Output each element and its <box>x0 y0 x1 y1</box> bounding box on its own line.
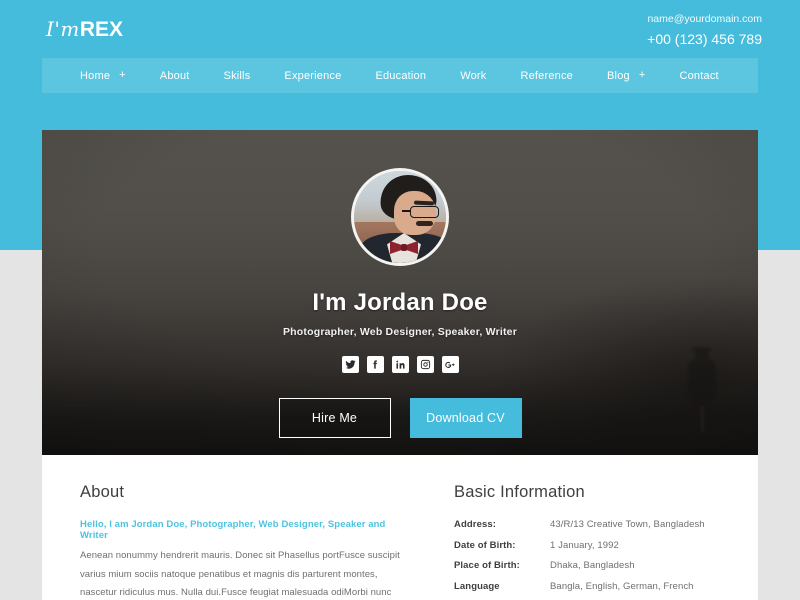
nav-item-label: Experience <box>284 69 342 82</box>
chevron-plus-icon[interactable]: + <box>119 70 126 81</box>
about-lead-text: Hello, I am Jordan Doe, Photographer, We… <box>80 519 386 541</box>
logo-main: REX <box>79 18 124 41</box>
twitter-icon[interactable] <box>341 356 359 373</box>
download-cv-button[interactable]: Download CV <box>409 398 522 438</box>
site-logo[interactable]: I'mREX <box>46 17 123 42</box>
hero-tagline: Photographer, Web Designer, Speaker, Wri… <box>282 326 518 338</box>
info-value: Bangla, English, German, French <box>550 580 694 592</box>
info-label: Language <box>454 580 500 592</box>
logo-prefix: I'm <box>46 17 80 41</box>
about-body-text: Aenean nonummy hendrerit mauris. Donec s… <box>80 550 400 599</box>
site-header: I'mREX name@yourdomain.com +00 (123) 456… <box>0 0 800 58</box>
about-column: About Hello, I am Jordan Doe, Photograph… <box>80 483 440 600</box>
basic-information-column: Basic Information Address: 43/R/13 Creati… <box>440 483 720 600</box>
nav-item-skills[interactable]: Skills <box>224 70 251 82</box>
nav-item-about[interactable]: About <box>160 70 190 82</box>
info-row: Date of Birth: 1 January, 1992 <box>454 540 720 551</box>
googleplus-icon[interactable] <box>441 356 459 373</box>
resume-page: I'mREX name@yourdomain.com +00 (123) 456… <box>0 0 800 600</box>
hero-name: I'm Jordan Doe <box>312 289 488 316</box>
nav-item-label: About <box>159 69 190 82</box>
avatar <box>351 168 449 266</box>
main-navigation: Home + About Skills Experience Education Work R… <box>42 58 758 93</box>
info-label: Date of Birth: <box>454 539 516 551</box>
facebook-icon[interactable] <box>366 356 384 373</box>
hero-action-buttons: Hire Me Download CV <box>278 398 522 438</box>
info-value: 1 January, 1992 <box>550 539 619 551</box>
nav-item-label: Education <box>375 69 427 82</box>
content-card: About Hello, I am Jordan Doe, Photograph… <box>42 455 758 600</box>
nav-item-contact[interactable]: Contact <box>679 70 718 82</box>
nav-item-label: Work <box>460 69 487 82</box>
hero-section: I'm Jordan Doe Photographer, Web Designe… <box>42 130 758 455</box>
chevron-plus-icon[interactable]: + <box>639 70 646 81</box>
nav-item-blog[interactable]: Blog + <box>607 70 645 82</box>
nav-item-label: Home <box>80 69 111 82</box>
nav-item-work[interactable]: Work <box>460 70 486 82</box>
nav-item-home[interactable]: Home + <box>80 70 126 82</box>
hero-content: I'm Jordan Doe Photographer, Web Designe… <box>42 130 758 455</box>
about-heading: About <box>80 483 125 501</box>
linkedin-icon[interactable] <box>391 356 409 373</box>
header-contact-info: name@yourdomain.com +00 (123) 456 789 <box>647 12 762 50</box>
header-email[interactable]: name@yourdomain.com <box>647 12 762 27</box>
nav-item-label: Skills <box>223 69 251 82</box>
nav-item-label: Contact <box>679 69 719 82</box>
info-row: Place of Birth: Dhaka, Bangladesh <box>454 560 720 571</box>
instagram-icon[interactable] <box>416 356 434 373</box>
nav-item-experience[interactable]: Experience <box>284 70 341 82</box>
header-phone[interactable]: +00 (123) 456 789 <box>647 29 762 49</box>
info-label: Place of Birth: <box>454 560 520 571</box>
basic-information-heading: Basic Information <box>454 483 585 501</box>
hire-me-button[interactable]: Hire Me <box>278 398 391 438</box>
nav-item-reference[interactable]: Reference <box>520 70 573 82</box>
info-row: Address: 43/R/13 Creative Town, Banglades… <box>454 519 720 530</box>
basic-information-list: Address: 43/R/13 Creative Town, Banglades… <box>454 519 720 600</box>
nav-item-label: Reference <box>520 69 574 82</box>
info-value: Dhaka, Bangladesh <box>550 560 635 571</box>
nav-item-label: Blog <box>607 69 630 82</box>
info-label: Address: <box>454 519 496 530</box>
nav-item-education[interactable]: Education <box>375 70 426 82</box>
info-value: 43/R/13 Creative Town, Bangladesh <box>550 519 705 530</box>
info-row: Language Bangla, English, German, French <box>454 581 720 592</box>
social-links <box>341 356 459 373</box>
